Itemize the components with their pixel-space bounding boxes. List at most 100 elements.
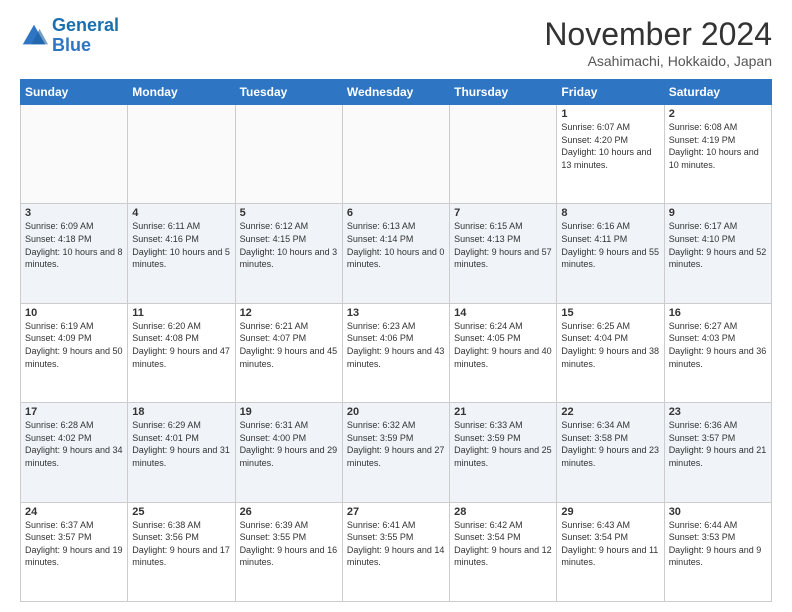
calendar-cell: 11Sunrise: 6:20 AM Sunset: 4:08 PM Dayli… (128, 303, 235, 402)
day-number: 27 (347, 506, 445, 518)
day-info: Sunrise: 6:33 AM Sunset: 3:59 PM Dayligh… (454, 419, 552, 469)
page: General Blue November 2024 Asahimachi, H… (0, 0, 792, 612)
calendar-cell: 10Sunrise: 6:19 AM Sunset: 4:09 PM Dayli… (21, 303, 128, 402)
day-number: 6 (347, 207, 445, 219)
day-info: Sunrise: 6:39 AM Sunset: 3:55 PM Dayligh… (240, 519, 338, 569)
day-info: Sunrise: 6:12 AM Sunset: 4:15 PM Dayligh… (240, 220, 338, 270)
day-info: Sunrise: 6:13 AM Sunset: 4:14 PM Dayligh… (347, 220, 445, 270)
day-info: Sunrise: 6:36 AM Sunset: 3:57 PM Dayligh… (669, 419, 767, 469)
calendar-body: 1Sunrise: 6:07 AM Sunset: 4:20 PM Daylig… (21, 105, 772, 602)
month-title: November 2024 (544, 16, 772, 53)
day-number: 28 (454, 506, 552, 518)
calendar-cell: 24Sunrise: 6:37 AM Sunset: 3:57 PM Dayli… (21, 502, 128, 601)
day-info: Sunrise: 6:21 AM Sunset: 4:07 PM Dayligh… (240, 320, 338, 370)
day-info: Sunrise: 6:31 AM Sunset: 4:00 PM Dayligh… (240, 419, 338, 469)
day-info: Sunrise: 6:28 AM Sunset: 4:02 PM Dayligh… (25, 419, 123, 469)
day-number: 15 (561, 307, 659, 319)
day-number: 12 (240, 307, 338, 319)
weekday-header-sunday: Sunday (21, 80, 128, 105)
day-info: Sunrise: 6:34 AM Sunset: 3:58 PM Dayligh… (561, 419, 659, 469)
day-info: Sunrise: 6:23 AM Sunset: 4:06 PM Dayligh… (347, 320, 445, 370)
calendar-cell (342, 105, 449, 204)
weekday-header-saturday: Saturday (664, 80, 771, 105)
calendar-cell: 18Sunrise: 6:29 AM Sunset: 4:01 PM Dayli… (128, 403, 235, 502)
week-row-0: 1Sunrise: 6:07 AM Sunset: 4:20 PM Daylig… (21, 105, 772, 204)
day-info: Sunrise: 6:16 AM Sunset: 4:11 PM Dayligh… (561, 220, 659, 270)
day-info: Sunrise: 6:07 AM Sunset: 4:20 PM Dayligh… (561, 121, 659, 171)
calendar-cell: 3Sunrise: 6:09 AM Sunset: 4:18 PM Daylig… (21, 204, 128, 303)
day-info: Sunrise: 6:43 AM Sunset: 3:54 PM Dayligh… (561, 519, 659, 569)
calendar-cell: 16Sunrise: 6:27 AM Sunset: 4:03 PM Dayli… (664, 303, 771, 402)
week-row-3: 17Sunrise: 6:28 AM Sunset: 4:02 PM Dayli… (21, 403, 772, 502)
day-info: Sunrise: 6:27 AM Sunset: 4:03 PM Dayligh… (669, 320, 767, 370)
weekday-header-monday: Monday (128, 80, 235, 105)
calendar-cell: 15Sunrise: 6:25 AM Sunset: 4:04 PM Dayli… (557, 303, 664, 402)
calendar-cell: 29Sunrise: 6:43 AM Sunset: 3:54 PM Dayli… (557, 502, 664, 601)
title-area: November 2024 Asahimachi, Hokkaido, Japa… (544, 16, 772, 69)
day-info: Sunrise: 6:11 AM Sunset: 4:16 PM Dayligh… (132, 220, 230, 270)
day-number: 7 (454, 207, 552, 219)
calendar-cell: 27Sunrise: 6:41 AM Sunset: 3:55 PM Dayli… (342, 502, 449, 601)
header: General Blue November 2024 Asahimachi, H… (20, 16, 772, 69)
day-number: 14 (454, 307, 552, 319)
day-info: Sunrise: 6:29 AM Sunset: 4:01 PM Dayligh… (132, 419, 230, 469)
day-number: 3 (25, 207, 123, 219)
calendar-cell: 20Sunrise: 6:32 AM Sunset: 3:59 PM Dayli… (342, 403, 449, 502)
calendar-cell: 1Sunrise: 6:07 AM Sunset: 4:20 PM Daylig… (557, 105, 664, 204)
day-number: 19 (240, 406, 338, 418)
week-row-4: 24Sunrise: 6:37 AM Sunset: 3:57 PM Dayli… (21, 502, 772, 601)
calendar-cell (450, 105, 557, 204)
location: Asahimachi, Hokkaido, Japan (544, 53, 772, 69)
day-info: Sunrise: 6:17 AM Sunset: 4:10 PM Dayligh… (669, 220, 767, 270)
day-info: Sunrise: 6:41 AM Sunset: 3:55 PM Dayligh… (347, 519, 445, 569)
calendar-cell: 23Sunrise: 6:36 AM Sunset: 3:57 PM Dayli… (664, 403, 771, 502)
calendar-cell: 19Sunrise: 6:31 AM Sunset: 4:00 PM Dayli… (235, 403, 342, 502)
day-number: 18 (132, 406, 230, 418)
day-info: Sunrise: 6:38 AM Sunset: 3:56 PM Dayligh… (132, 519, 230, 569)
day-number: 24 (25, 506, 123, 518)
day-info: Sunrise: 6:32 AM Sunset: 3:59 PM Dayligh… (347, 419, 445, 469)
day-number: 17 (25, 406, 123, 418)
day-number: 20 (347, 406, 445, 418)
day-info: Sunrise: 6:24 AM Sunset: 4:05 PM Dayligh… (454, 320, 552, 370)
day-info: Sunrise: 6:08 AM Sunset: 4:19 PM Dayligh… (669, 121, 767, 171)
day-number: 23 (669, 406, 767, 418)
day-info: Sunrise: 6:20 AM Sunset: 4:08 PM Dayligh… (132, 320, 230, 370)
day-number: 16 (669, 307, 767, 319)
weekday-header-row: SundayMondayTuesdayWednesdayThursdayFrid… (21, 80, 772, 105)
calendar-cell: 17Sunrise: 6:28 AM Sunset: 4:02 PM Dayli… (21, 403, 128, 502)
calendar-cell: 5Sunrise: 6:12 AM Sunset: 4:15 PM Daylig… (235, 204, 342, 303)
week-row-2: 10Sunrise: 6:19 AM Sunset: 4:09 PM Dayli… (21, 303, 772, 402)
calendar-header: SundayMondayTuesdayWednesdayThursdayFrid… (21, 80, 772, 105)
calendar-cell: 30Sunrise: 6:44 AM Sunset: 3:53 PM Dayli… (664, 502, 771, 601)
calendar-cell: 8Sunrise: 6:16 AM Sunset: 4:11 PM Daylig… (557, 204, 664, 303)
calendar-cell: 12Sunrise: 6:21 AM Sunset: 4:07 PM Dayli… (235, 303, 342, 402)
day-number: 5 (240, 207, 338, 219)
week-row-1: 3Sunrise: 6:09 AM Sunset: 4:18 PM Daylig… (21, 204, 772, 303)
logo-text: General Blue (52, 16, 119, 56)
day-info: Sunrise: 6:37 AM Sunset: 3:57 PM Dayligh… (25, 519, 123, 569)
day-number: 30 (669, 506, 767, 518)
day-number: 1 (561, 108, 659, 120)
calendar-cell: 6Sunrise: 6:13 AM Sunset: 4:14 PM Daylig… (342, 204, 449, 303)
day-info: Sunrise: 6:09 AM Sunset: 4:18 PM Dayligh… (25, 220, 123, 270)
logo-icon (20, 22, 48, 50)
calendar-cell (235, 105, 342, 204)
calendar-cell: 14Sunrise: 6:24 AM Sunset: 4:05 PM Dayli… (450, 303, 557, 402)
day-number: 11 (132, 307, 230, 319)
day-info: Sunrise: 6:15 AM Sunset: 4:13 PM Dayligh… (454, 220, 552, 270)
calendar-cell: 7Sunrise: 6:15 AM Sunset: 4:13 PM Daylig… (450, 204, 557, 303)
calendar-cell: 28Sunrise: 6:42 AM Sunset: 3:54 PM Dayli… (450, 502, 557, 601)
weekday-header-wednesday: Wednesday (342, 80, 449, 105)
calendar-cell: 26Sunrise: 6:39 AM Sunset: 3:55 PM Dayli… (235, 502, 342, 601)
calendar-cell: 21Sunrise: 6:33 AM Sunset: 3:59 PM Dayli… (450, 403, 557, 502)
day-info: Sunrise: 6:42 AM Sunset: 3:54 PM Dayligh… (454, 519, 552, 569)
day-number: 22 (561, 406, 659, 418)
day-number: 8 (561, 207, 659, 219)
day-number: 10 (25, 307, 123, 319)
day-number: 4 (132, 207, 230, 219)
day-number: 13 (347, 307, 445, 319)
calendar: SundayMondayTuesdayWednesdayThursdayFrid… (20, 79, 772, 602)
weekday-header-thursday: Thursday (450, 80, 557, 105)
calendar-cell (21, 105, 128, 204)
